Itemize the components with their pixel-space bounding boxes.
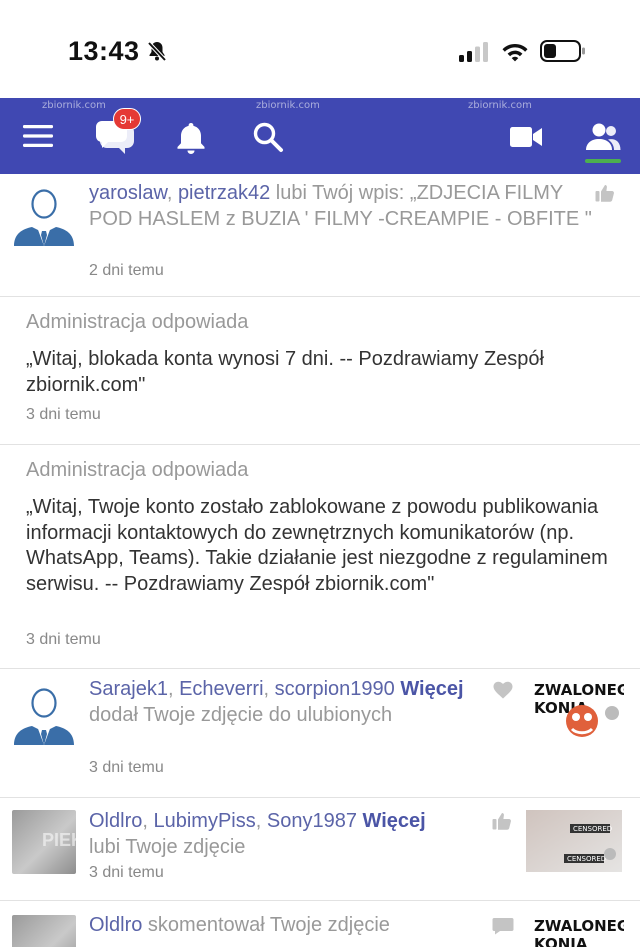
thumbnail-text-line2: KONIA [534, 935, 588, 947]
cellular-signal-icon [459, 42, 488, 62]
notification-text: Sarajek1, Echeverri, scorpion1990 Więcej… [89, 678, 464, 726]
username-link[interactable]: Oldlro [89, 914, 142, 936]
friends-icon[interactable] [584, 122, 622, 152]
timestamp: 3 dni temu [26, 631, 101, 648]
timestamp: 3 dni temu [26, 406, 101, 423]
default-avatar-icon [12, 681, 76, 745]
photo-thumbnail[interactable]: CENSORED CENSORED [526, 810, 622, 874]
notification-item[interactable]: PIEK Oldlro, LubimyPiss, Sony1987 Więcej… [0, 798, 640, 901]
watermark-text: zbiornik.com [256, 100, 320, 111]
separator: , [166, 182, 178, 204]
username-link[interactable]: LubimyPiss [153, 810, 255, 832]
thumbs-up-icon [595, 185, 614, 202]
photo-thumbnail[interactable]: ZWALONEGO KONIA [528, 675, 624, 739]
bell-muted-icon [147, 41, 167, 62]
action-text: lubi Twoje zdjęcie [89, 835, 246, 858]
admin-message-body: „Witaj, blokada konta wynosi 7 dni. -- P… [26, 348, 544, 396]
timestamp: 3 dni temu [89, 864, 164, 881]
thumbnail-text-line1: ZWALONEGO [534, 681, 624, 699]
battery-icon [540, 40, 585, 62]
user-avatar-photo[interactable]: PIEK [12, 810, 84, 874]
watermark-text: zbiornik.com [468, 100, 532, 111]
notification-text: yaroslaw, pietrzak42 lubi Twój wpis: „ZD… [89, 181, 609, 232]
status-bar: 13:43 [0, 0, 640, 98]
more-users-link[interactable]: Więcej [400, 678, 463, 700]
status-time: 13:43 [68, 36, 140, 66]
notifications-bell-icon[interactable] [175, 121, 207, 155]
admin-message-body: „Witaj, Twoje konto zostało zablokowane … [26, 496, 608, 595]
unread-messages-badge: 9+ [113, 108, 141, 130]
wifi-icon [502, 44, 528, 62]
username-link[interactable]: Echeverri [179, 678, 263, 700]
notifications-feed: yaroslaw, pietrzak42 lubi Twój wpis: „ZD… [0, 174, 640, 947]
thumbnail-text-line1: ZWALONEGO [534, 917, 624, 935]
search-icon[interactable] [252, 121, 284, 153]
notification-item[interactable]: yaroslaw, pietrzak42 lubi Twój wpis: „ZD… [0, 174, 640, 297]
admin-message-item[interactable]: Administracja odpowiada „Witaj, Twoje ko… [0, 445, 640, 669]
notification-item[interactable]: Oldlro skomentował Twoje zdjęcie ZWALONE… [0, 901, 640, 947]
admin-message-title: Administracja odpowiada [26, 311, 249, 333]
censored-label: CENSORED [573, 825, 612, 833]
photo-thumbnail[interactable]: ZWALONEGO KONIA [528, 911, 624, 947]
notification-text: Oldlro, LubimyPiss, Sony1987 Więcej lubi… [89, 810, 426, 858]
username-link[interactable]: Sony1987 [267, 810, 357, 832]
watermark-text: zbiornik.com [42, 100, 106, 111]
username-link[interactable]: yaroslaw [89, 182, 167, 204]
notification-text: Oldlro skomentował Twoje zdjęcie [89, 913, 489, 939]
censored-label: CENSORED [567, 855, 606, 863]
hamburger-menu-icon[interactable] [22, 124, 54, 148]
notification-item[interactable]: Sarajek1, Echeverri, scorpion1990 Więcej… [0, 669, 640, 798]
action-text: dodał Twoje zdjęcie do ulubionych [89, 703, 393, 726]
timestamp: 3 dni temu [89, 759, 164, 776]
heart-icon [493, 681, 513, 699]
username-link[interactable]: Sarajek1 [89, 678, 168, 700]
user-avatar-photo[interactable] [12, 915, 76, 947]
timestamp: 2 dni temu [89, 262, 164, 279]
admin-message-title: Administracja odpowiada [26, 459, 249, 481]
username-link[interactable]: pietrzak42 [178, 182, 270, 204]
comment-icon [492, 918, 514, 935]
action-text: skomentował Twoje zdjęcie [142, 914, 390, 936]
username-link[interactable]: scorpion1990 [275, 678, 395, 700]
default-avatar-icon [12, 182, 76, 246]
username-link[interactable]: Oldlro [89, 810, 142, 832]
admin-message-item[interactable]: Administracja odpowiada „Witaj, blokada … [0, 297, 640, 445]
active-tab-indicator [585, 159, 621, 163]
thumbs-up-icon [492, 813, 511, 830]
more-users-link[interactable]: Więcej [363, 810, 426, 832]
video-camera-icon[interactable] [509, 125, 543, 149]
